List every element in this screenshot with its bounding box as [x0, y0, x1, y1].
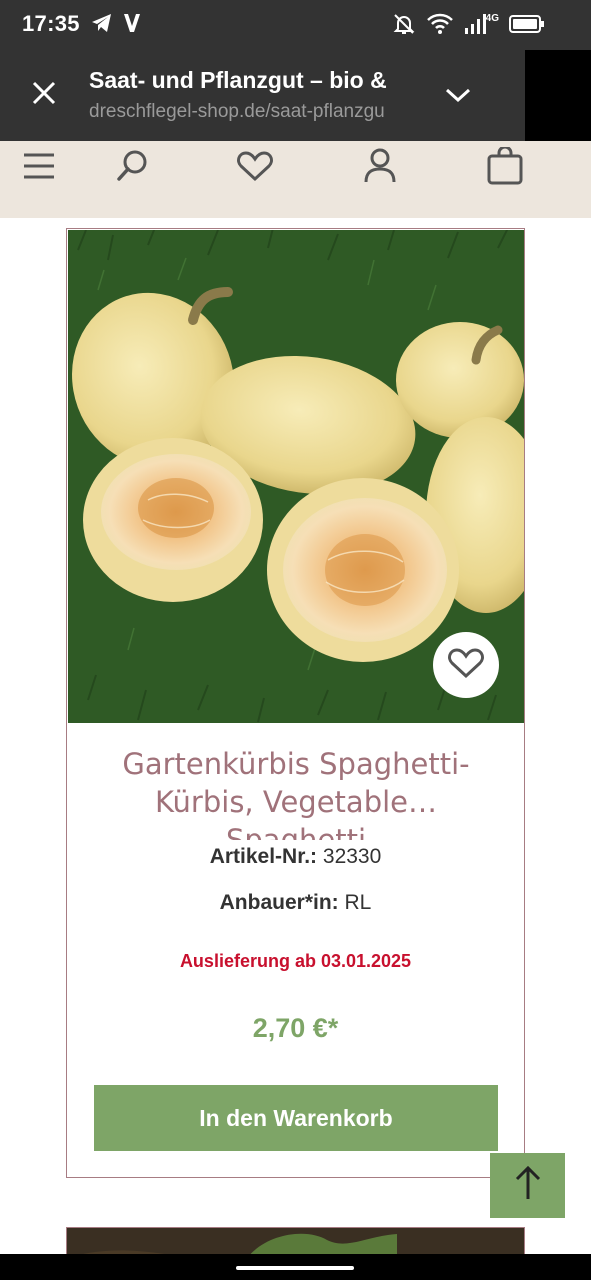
- menu-button[interactable]: [19, 148, 59, 188]
- scroll-to-top-button[interactable]: [490, 1153, 565, 1218]
- signal-icon: 4G: [464, 13, 499, 35]
- product-card[interactable]: Gartenkürbis Spaghetti-Kürbis, Vegetable…: [66, 228, 525, 1178]
- heart-icon: [237, 150, 273, 187]
- user-icon: [363, 148, 397, 189]
- status-bar: 17:35 4G: [0, 0, 591, 50]
- browser-menu-area: [525, 50, 591, 141]
- menu-icon: [23, 152, 55, 185]
- product-title[interactable]: Gartenkürbis Spaghetti-Kürbis, Vegetable…: [87, 745, 505, 840]
- article-number-label: Artikel-Nr.:: [209, 845, 318, 868]
- chevron-down-icon: [444, 86, 472, 109]
- browser-toolbar: Saat- und Pflanzgut – bio & dreschflegel…: [0, 50, 525, 141]
- next-product-card[interactable]: [66, 1227, 525, 1257]
- network-type-label: 4G: [485, 13, 499, 24]
- page-title[interactable]: Saat- und Pflanzgut – bio &: [89, 67, 409, 94]
- system-navigation-bar: [0, 1254, 591, 1280]
- v-app-icon: [122, 11, 142, 35]
- grower-value: RL: [344, 891, 372, 914]
- search-icon: [115, 149, 149, 188]
- wifi-icon: [426, 13, 454, 35]
- product-price: 2,70 €*: [252, 1013, 339, 1043]
- grower-row: Anbauer*in: RL: [67, 891, 524, 915]
- expand-url-button[interactable]: [440, 79, 476, 115]
- search-button[interactable]: [112, 148, 152, 188]
- add-to-cart-button[interactable]: In den Warenkorb: [94, 1085, 498, 1151]
- close-icon: [31, 80, 57, 111]
- arrow-up-icon: [514, 1165, 542, 1206]
- add-to-wishlist-button[interactable]: [433, 632, 499, 698]
- account-button[interactable]: [360, 148, 400, 188]
- page-url[interactable]: dreschflegel-shop.de/saat-pflanzgu: [89, 101, 413, 123]
- article-number-row: Artikel-Nr.: 32330: [67, 845, 524, 869]
- telegram-icon: [90, 11, 114, 35]
- site-header: [0, 141, 591, 218]
- bell-muted-icon: [392, 12, 416, 36]
- home-gesture-handle[interactable]: [236, 1266, 354, 1270]
- close-tab-button[interactable]: [26, 77, 62, 113]
- delivery-date: Auslieferung ab 03.01.2025: [179, 951, 412, 971]
- cart-icon: [486, 145, 524, 190]
- status-time: 17:35: [22, 11, 80, 36]
- product-image[interactable]: [68, 230, 524, 723]
- battery-icon: [509, 15, 545, 33]
- grower-label: Anbauer*in:: [219, 891, 339, 914]
- heart-icon: [448, 647, 484, 684]
- article-number-value: 32330: [322, 845, 382, 868]
- cart-button[interactable]: [485, 145, 525, 190]
- wishlist-button[interactable]: [235, 148, 275, 188]
